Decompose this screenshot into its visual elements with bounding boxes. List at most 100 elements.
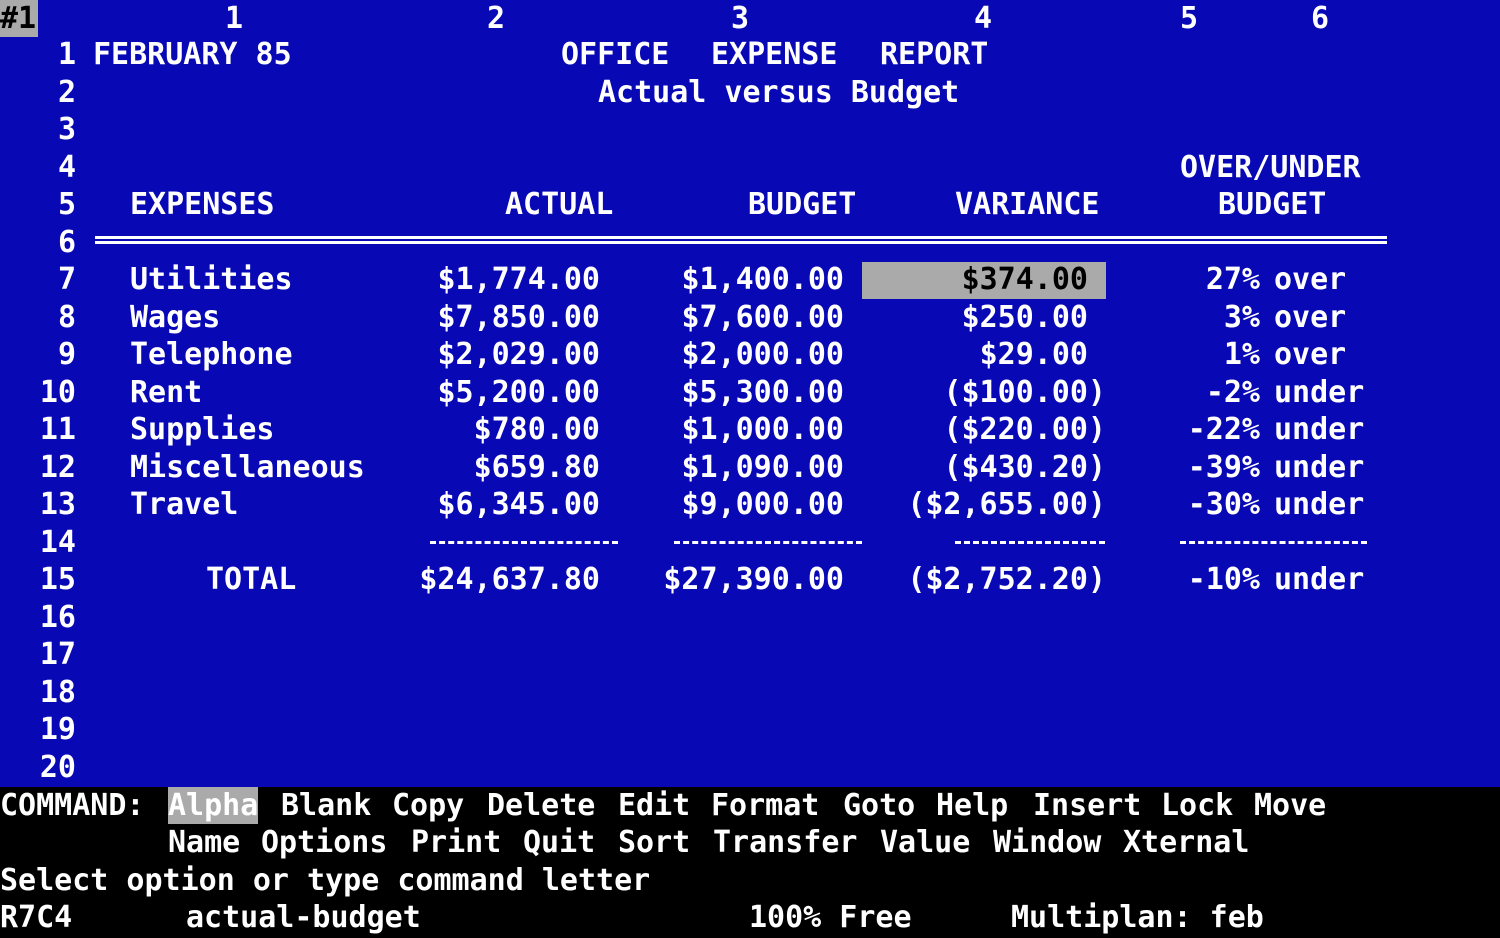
over-under-budget-header[interactable]: BUDGET <box>1218 186 1326 223</box>
report-subtitle[interactable]: Actual versus Budget <box>598 74 959 111</box>
command-print[interactable]: Print <box>411 824 501 861</box>
row-number-7[interactable]: 7 <box>0 261 76 298</box>
budget-value[interactable]: $1,090.00 <box>644 449 844 486</box>
command-delete[interactable]: Delete <box>487 787 595 824</box>
command-sort[interactable]: Sort <box>618 824 690 861</box>
command-xternal[interactable]: Xternal <box>1123 824 1249 861</box>
row-number-19[interactable]: 19 <box>0 711 76 748</box>
direction-value[interactable]: over <box>1274 261 1346 298</box>
row-number-10[interactable]: 10 <box>0 374 76 411</box>
variance-value[interactable]: $29.00 <box>880 336 1088 373</box>
direction-value[interactable]: under <box>1274 374 1364 411</box>
command-blank[interactable]: Blank <box>281 787 371 824</box>
direction-value[interactable]: under <box>1274 411 1364 448</box>
column-header-3[interactable]: 3 <box>720 0 760 37</box>
percent-value[interactable]: -30% <box>1150 486 1260 523</box>
direction-value[interactable]: over <box>1274 336 1346 373</box>
column-header-2[interactable]: 2 <box>476 0 516 37</box>
window-indicator[interactable]: #1 <box>0 0 38 37</box>
variance-value[interactable]: ($2,655.00) <box>880 486 1106 523</box>
report-title-office[interactable]: OFFICE <box>561 36 669 73</box>
command-lock[interactable]: Lock <box>1161 787 1233 824</box>
command-edit[interactable]: Edit <box>618 787 690 824</box>
total-actual-value[interactable]: $24,637.80 <box>380 561 600 598</box>
percent-value[interactable]: 3% <box>1150 299 1260 336</box>
total-direction-value[interactable]: under <box>1274 561 1364 598</box>
row-number-17[interactable]: 17 <box>0 636 76 673</box>
column-header-1[interactable]: 1 <box>214 0 254 37</box>
percent-value[interactable]: 27% <box>1150 261 1260 298</box>
row-number-16[interactable]: 16 <box>0 599 76 636</box>
total-budget-value[interactable]: $27,390.00 <box>624 561 844 598</box>
row-number-2[interactable]: 2 <box>0 74 76 111</box>
row-number-14[interactable]: 14 <box>0 524 76 561</box>
command-format[interactable]: Format <box>711 787 819 824</box>
expense-label[interactable]: Utilities <box>130 261 293 298</box>
row-number-5[interactable]: 5 <box>0 186 76 223</box>
expense-label[interactable]: Rent <box>130 374 202 411</box>
budget-value[interactable]: $9,000.00 <box>644 486 844 523</box>
command-window[interactable]: Window <box>993 824 1101 861</box>
row-number-20[interactable]: 20 <box>0 749 76 786</box>
actual-value[interactable]: $1,774.00 <box>400 261 600 298</box>
command-quit[interactable]: Quit <box>523 824 595 861</box>
total-percent-value[interactable]: -10% <box>1150 561 1260 598</box>
column-header-4[interactable]: 4 <box>963 0 1003 37</box>
actual-value[interactable]: $7,850.00 <box>400 299 600 336</box>
row-number-4[interactable]: 4 <box>0 149 76 186</box>
budget-value[interactable]: $1,400.00 <box>644 261 844 298</box>
row-number-15[interactable]: 15 <box>0 561 76 598</box>
actual-value[interactable]: $2,029.00 <box>400 336 600 373</box>
expense-label[interactable]: Telephone <box>130 336 293 373</box>
expense-label[interactable]: Supplies <box>130 411 275 448</box>
column-header-5[interactable]: 5 <box>1169 0 1209 37</box>
variance-value[interactable]: ($220.00) <box>880 411 1106 448</box>
actual-header[interactable]: ACTUAL <box>505 186 613 223</box>
command-goto[interactable]: Goto <box>843 787 915 824</box>
report-date[interactable]: FEBRUARY 85 <box>93 36 292 73</box>
expense-label[interactable]: Travel <box>130 486 238 523</box>
direction-value[interactable]: over <box>1274 299 1346 336</box>
percent-value[interactable]: -39% <box>1150 449 1260 486</box>
row-number-12[interactable]: 12 <box>0 449 76 486</box>
percent-value[interactable]: -2% <box>1150 374 1260 411</box>
variance-value[interactable]: $250.00 <box>880 299 1088 336</box>
row-number-1[interactable]: 1 <box>0 36 76 73</box>
over-under-header[interactable]: OVER/UNDER <box>1180 149 1361 186</box>
budget-header[interactable]: BUDGET <box>748 186 856 223</box>
command-copy[interactable]: Copy <box>392 787 464 824</box>
row-number-9[interactable]: 9 <box>0 336 76 373</box>
budget-value[interactable]: $2,000.00 <box>644 336 844 373</box>
command-alpha[interactable]: Alpha <box>168 787 259 824</box>
command-options[interactable]: Options <box>261 824 387 861</box>
command-value[interactable]: Value <box>880 824 970 861</box>
budget-value[interactable]: $5,300.00 <box>644 374 844 411</box>
variance-value[interactable]: ($430.20) <box>880 449 1106 486</box>
command-name[interactable]: Name <box>168 824 240 861</box>
variance-header[interactable]: VARIANCE <box>955 186 1100 223</box>
variance-value-selected[interactable]: $374.00 <box>880 261 1088 298</box>
actual-value[interactable]: $780.00 <box>400 411 600 448</box>
report-title-expense[interactable]: EXPENSE <box>711 36 837 73</box>
command-help[interactable]: Help <box>936 787 1008 824</box>
report-title-report[interactable]: REPORT <box>880 36 988 73</box>
row-number-8[interactable]: 8 <box>0 299 76 336</box>
expenses-header[interactable]: EXPENSES <box>130 186 275 223</box>
row-number-13[interactable]: 13 <box>0 486 76 523</box>
variance-value[interactable]: ($100.00) <box>880 374 1106 411</box>
percent-value[interactable]: -22% <box>1150 411 1260 448</box>
expense-label[interactable]: Wages <box>130 299 220 336</box>
expense-label[interactable]: Miscellaneous <box>130 449 365 486</box>
total-label[interactable]: TOTAL <box>206 561 296 598</box>
row-number-11[interactable]: 11 <box>0 411 76 448</box>
actual-value[interactable]: $659.80 <box>400 449 600 486</box>
row-number-3[interactable]: 3 <box>0 111 76 148</box>
command-move[interactable]: Move <box>1254 787 1326 824</box>
direction-value[interactable]: under <box>1274 486 1364 523</box>
row-number-18[interactable]: 18 <box>0 674 76 711</box>
row-number-6[interactable]: 6 <box>0 224 76 261</box>
budget-value[interactable]: $7,600.00 <box>644 299 844 336</box>
command-transfer[interactable]: Transfer <box>713 824 858 861</box>
actual-value[interactable]: $6,345.00 <box>400 486 600 523</box>
budget-value[interactable]: $1,000.00 <box>644 411 844 448</box>
